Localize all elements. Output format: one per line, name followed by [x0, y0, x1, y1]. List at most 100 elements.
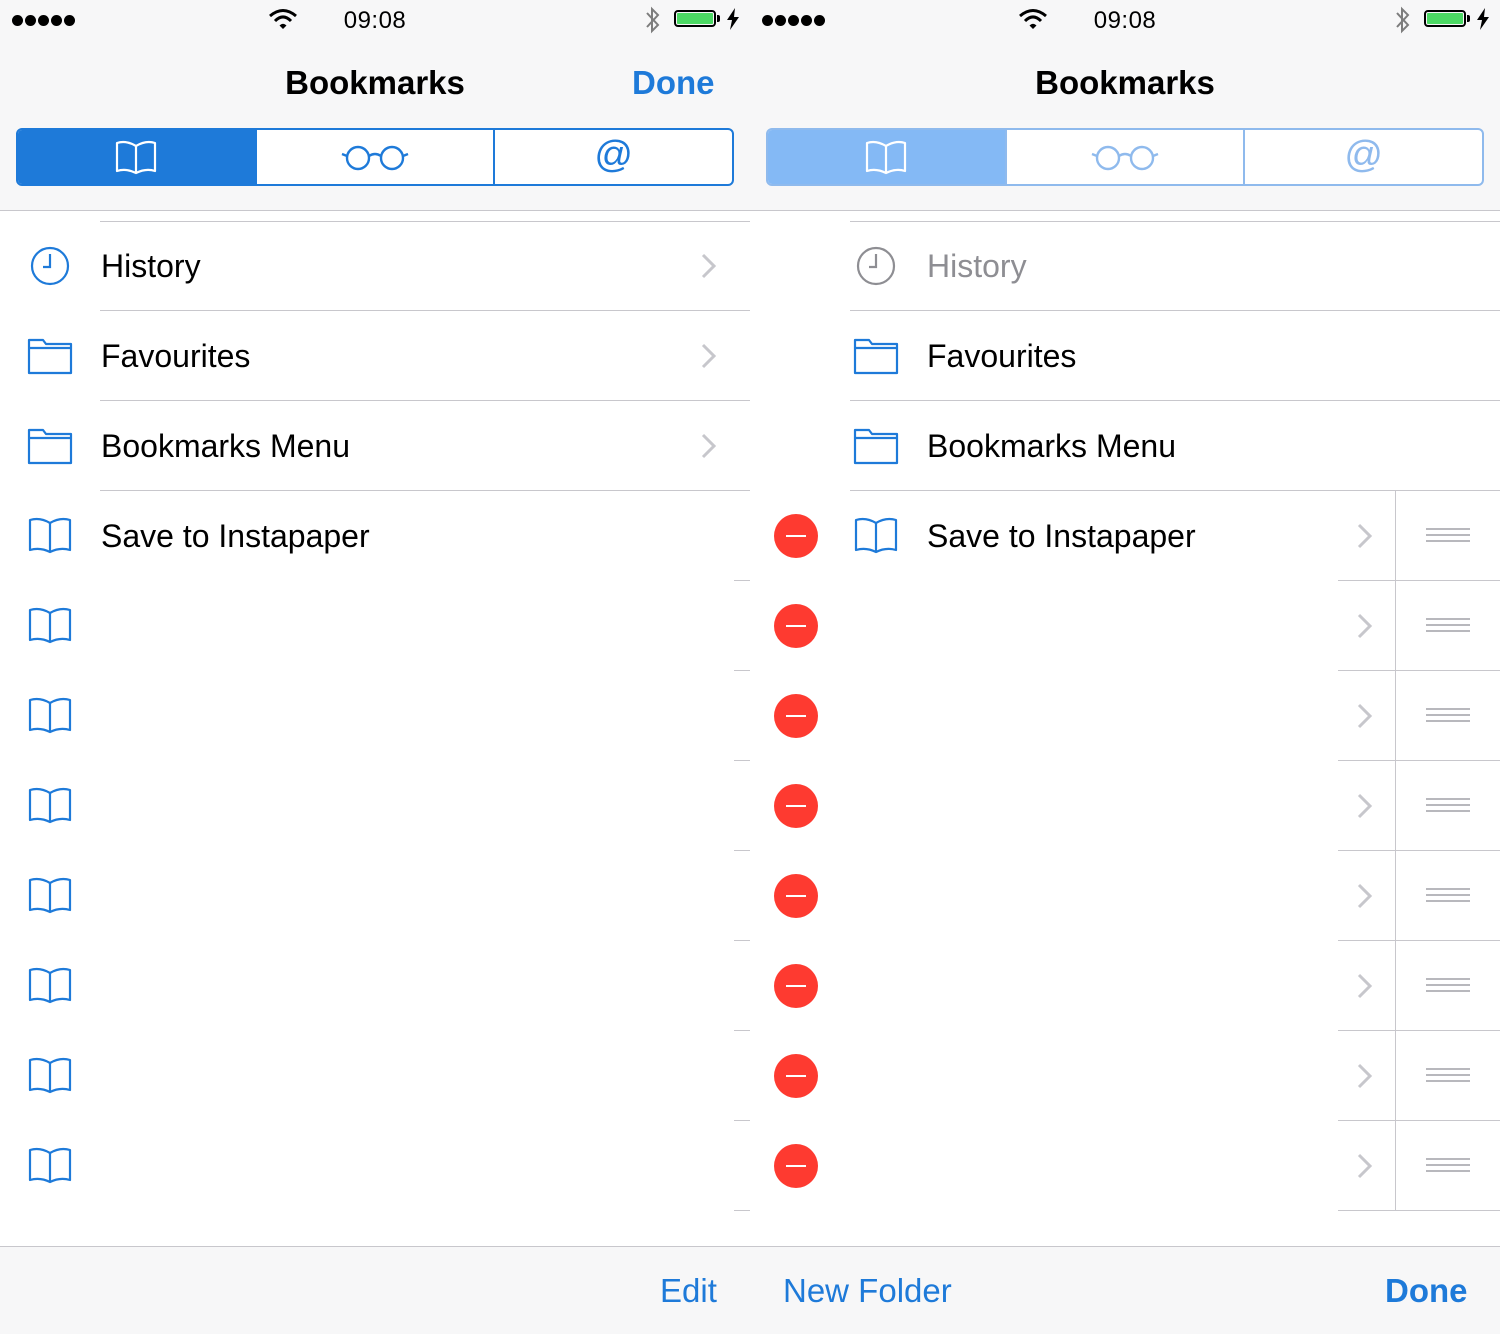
tab-bookmarks[interactable] [18, 130, 257, 184]
tab-reading-list [1007, 130, 1246, 184]
reorder-handle[interactable] [1395, 761, 1500, 851]
list-item[interactable] [0, 581, 750, 671]
chevron-right-icon [701, 343, 717, 369]
list-item-favourites[interactable]: Favourites [0, 311, 750, 401]
bookmark-list: History Favourites Bookmarks Menu Save t… [0, 221, 750, 1211]
tab-reading-list[interactable] [257, 130, 496, 184]
tab-shared-links: @ [1245, 130, 1482, 184]
charging-bolt-icon [1477, 8, 1489, 30]
done-button[interactable]: Done [632, 60, 715, 106]
book-icon [116, 140, 157, 175]
list-item[interactable] [750, 1031, 1500, 1121]
chevron-right-icon [701, 433, 717, 459]
edit-button[interactable]: Edit [660, 1247, 717, 1334]
list-item[interactable] [0, 851, 750, 941]
list-item-history: History [750, 221, 1500, 311]
reorder-handle[interactable] [1395, 851, 1500, 941]
list-item[interactable] [750, 1121, 1500, 1211]
bottom-toolbar: New Folder Done [750, 1246, 1500, 1334]
bluetooth-icon [646, 6, 660, 34]
folder-icon [853, 338, 899, 375]
segmented-control: @ [766, 128, 1484, 186]
book-icon [854, 517, 898, 554]
charging-bolt-icon [727, 8, 739, 30]
list-item-favourites: Favourites [750, 311, 1500, 401]
list-item[interactable] [0, 671, 750, 761]
chevron-right-icon[interactable] [1356, 1062, 1374, 1090]
list-item-bookmarks-menu[interactable]: Bookmarks Menu [0, 401, 750, 491]
bottom-toolbar: Edit [0, 1246, 750, 1334]
delete-button[interactable] [774, 1054, 818, 1098]
battery-nub [1467, 15, 1470, 22]
reorder-handle[interactable] [1395, 491, 1500, 581]
list-item-history[interactable]: History [0, 221, 750, 311]
chevron-right-icon[interactable] [1356, 702, 1374, 730]
delete-button[interactable] [774, 964, 818, 1008]
list-item[interactable] [750, 671, 1500, 761]
delete-button[interactable] [774, 874, 818, 918]
at-icon: @ [1344, 134, 1383, 176]
list-item[interactable] [750, 941, 1500, 1031]
at-icon: @ [594, 134, 633, 176]
battery-nub [717, 15, 720, 22]
delete-button[interactable] [774, 514, 818, 558]
list-item[interactable] [750, 581, 1500, 671]
list-item[interactable] [0, 1121, 750, 1211]
list-item[interactable] [0, 761, 750, 851]
list-item-label: History [927, 248, 1027, 284]
glasses-icon [1091, 145, 1159, 171]
segmented-control: @ [16, 128, 734, 186]
delete-button[interactable] [774, 694, 818, 738]
chevron-right-icon[interactable] [1356, 1152, 1374, 1180]
book-icon [28, 1147, 72, 1184]
list-item[interactable] [0, 941, 750, 1031]
battery-icon [674, 10, 716, 27]
list-item-label: History [101, 248, 201, 284]
clock-icon [856, 246, 896, 286]
book-icon [28, 967, 72, 1004]
delete-button[interactable] [774, 784, 818, 828]
list-item-bookmarks-menu: Bookmarks Menu [750, 401, 1500, 491]
list-item-label: Favourites [101, 338, 251, 374]
folder-icon [27, 428, 73, 465]
reorder-handle[interactable] [1395, 1121, 1500, 1211]
list-item-label: Bookmarks Menu [101, 428, 350, 464]
bookmarks-panel-browse: 09:08 Bookmarks Done @ History Favourite… [0, 0, 750, 1334]
new-folder-button[interactable]: New Folder [783, 1247, 952, 1334]
folder-icon [853, 428, 899, 465]
list-item-save-to-instapaper[interactable]: Save to Instapaper [750, 491, 1500, 581]
chevron-right-icon[interactable] [1356, 612, 1374, 640]
book-icon [28, 877, 72, 914]
page-title: Bookmarks [1035, 64, 1215, 101]
list-item-save-to-instapaper[interactable]: Save to Instapaper [0, 491, 750, 581]
chevron-right-icon[interactable] [1356, 792, 1374, 820]
reorder-handle[interactable] [1395, 581, 1500, 671]
chevron-right-icon[interactable] [1356, 972, 1374, 1000]
book-icon [28, 517, 72, 554]
book-icon [28, 697, 72, 734]
bluetooth-icon [1396, 6, 1410, 34]
tab-shared-links[interactable]: @ [495, 130, 732, 184]
delete-button[interactable] [774, 604, 818, 648]
list-item[interactable] [750, 851, 1500, 941]
folder-icon [27, 338, 73, 375]
chevron-right-icon[interactable] [1356, 522, 1374, 550]
list-item[interactable] [750, 761, 1500, 851]
chevron-right-icon[interactable] [1356, 882, 1374, 910]
list-item-label: Favourites [927, 338, 1077, 374]
bookmark-list: History Favourites Bookmarks Menu Save t [750, 221, 1500, 1211]
list-item-label: Save to Instapaper [927, 518, 1196, 554]
reorder-handle[interactable] [1395, 671, 1500, 761]
delete-button[interactable] [774, 1144, 818, 1188]
bookmarks-panel-edit: 09:08 Bookmarks @ History Favourites Boo… [750, 0, 1500, 1334]
book-icon [28, 1057, 72, 1094]
reorder-handle[interactable] [1395, 941, 1500, 1031]
done-button[interactable]: Done [1385, 1247, 1468, 1334]
book-icon [28, 787, 72, 824]
status-time: 09:08 [1093, 7, 1157, 34]
list-item[interactable] [0, 1031, 750, 1121]
glasses-icon [341, 145, 409, 171]
tab-bookmarks [768, 130, 1007, 184]
list-item-label: Bookmarks Menu [927, 428, 1176, 464]
reorder-handle[interactable] [1395, 1031, 1500, 1121]
